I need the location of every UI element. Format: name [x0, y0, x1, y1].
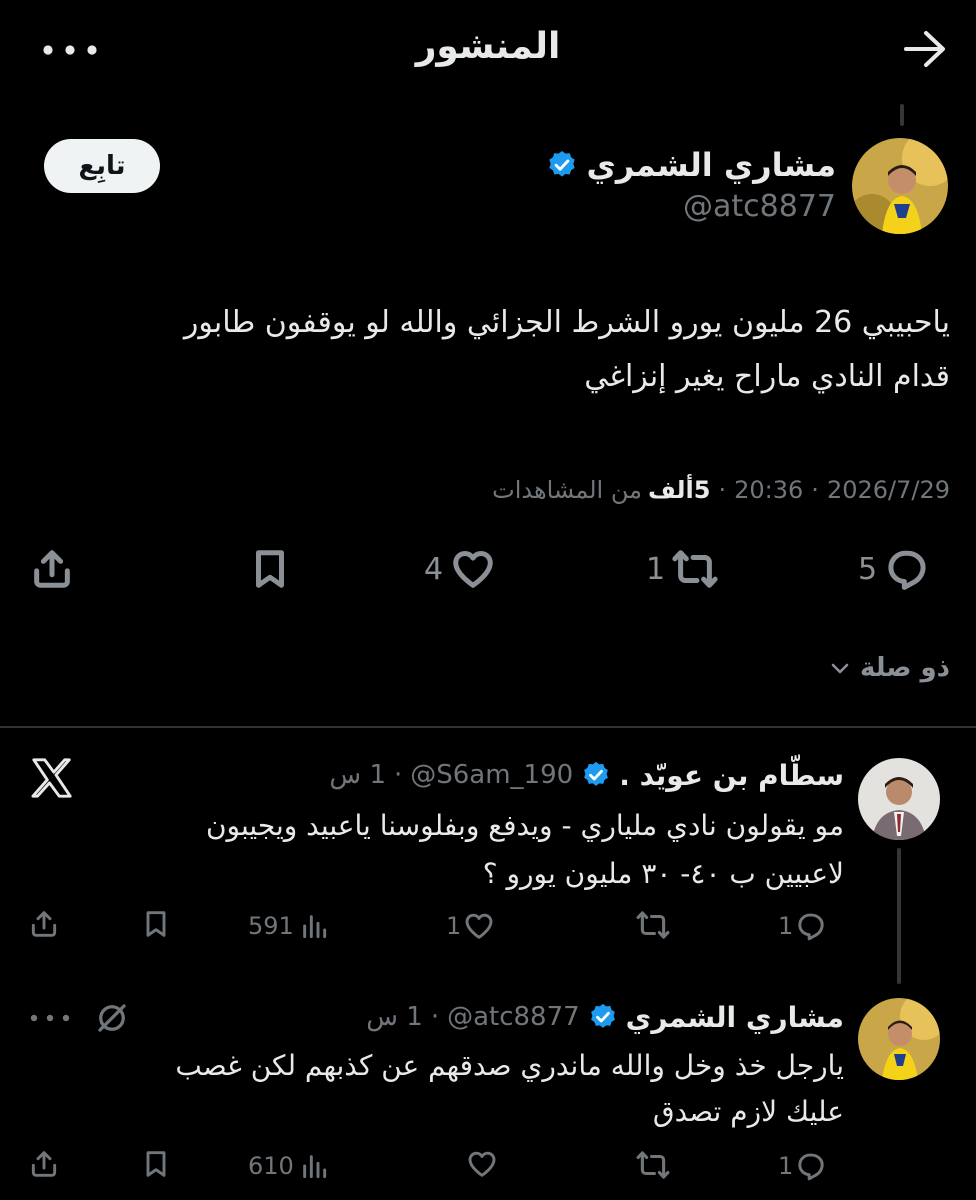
meta-separator: ·: [393, 760, 403, 790]
share-icon: [31, 1151, 57, 1177]
reply-text-line-1: مو يقولون نادي ملياري - ويدفع وبفلوسنا ي…: [205, 809, 844, 842]
meta-separator: ·: [718, 476, 727, 504]
bookmark-icon: [146, 911, 166, 937]
reply-time: 1 س: [329, 760, 386, 790]
views-chart-icon: [303, 915, 326, 939]
reply-author-handle: @atc8877: [447, 1002, 580, 1032]
reply-text-line-1: يارجل خذ وخل والله ماندري صدقهم عن كذبهم…: [175, 1049, 844, 1082]
reply-author-name[interactable]: مشاري الشمري: [626, 1001, 844, 1034]
reply-icon: [798, 1153, 824, 1181]
share-action[interactable]: [28, 1148, 62, 1184]
repost-icon: [636, 911, 670, 939]
heart-icon: [468, 1151, 496, 1177]
bookmark-action[interactable]: [140, 1148, 174, 1184]
bookmark-action[interactable]: [246, 546, 294, 592]
post-date: 2026/7/29: [826, 476, 950, 504]
reply-author-handle: @S6am_190: [410, 760, 574, 790]
like-action[interactable]: 1: [446, 908, 506, 944]
like-action[interactable]: [466, 1148, 506, 1184]
views-label: من المشاهدات: [492, 476, 642, 504]
header-bar: المنشور: [0, 0, 976, 96]
views-count: 5ألف: [647, 476, 711, 504]
reply-text-line-2: لاعبيين ب ٤٠- ٣٠ مليون يورو ؟: [482, 857, 844, 890]
views-count: 610: [248, 1152, 294, 1180]
back-button[interactable]: [902, 28, 948, 70]
meta-separator: ·: [811, 476, 819, 504]
chevron-down-icon: [831, 663, 849, 674]
reply-text-line-2: عليك لازم تصدق: [652, 1095, 844, 1128]
grok-icon[interactable]: [94, 1000, 130, 1036]
avatar-photo-icon: [852, 138, 948, 234]
bookmark-icon: [146, 1151, 166, 1177]
share-action[interactable]: [28, 908, 62, 944]
author-avatar[interactable]: [852, 138, 948, 234]
views-action[interactable]: 591: [248, 908, 338, 944]
meta-separator: ·: [430, 1002, 440, 1032]
reply-more-button[interactable]: [28, 1008, 72, 1028]
post-text-line-1: ياحبيبي 26 مليون يورو الشرط الجزائي والل…: [183, 305, 950, 340]
like-action[interactable]: 4: [424, 546, 524, 592]
reply-count: 5: [858, 551, 878, 587]
reply-action[interactable]: 1: [778, 908, 838, 944]
reply-count: 1: [778, 1152, 794, 1180]
reply-action[interactable]: 1: [778, 1148, 838, 1184]
repost-action[interactable]: [636, 1148, 676, 1184]
verified-badge-icon: [584, 761, 609, 786]
repost-action[interactable]: 1: [646, 546, 746, 592]
reply-count: 1: [778, 912, 794, 940]
more-dots-icon: [30, 1014, 70, 1022]
post-text-line-2: قدام النادي ماراح يغير إنزاغي: [584, 359, 950, 394]
repost-action[interactable]: [636, 908, 676, 944]
repost-icon: [636, 1151, 670, 1179]
views-meta[interactable]: 5ألف من المشاهدات: [492, 476, 710, 504]
repost-icon: [672, 550, 718, 588]
heart-icon: [465, 913, 493, 939]
share-action[interactable]: [26, 546, 78, 592]
more-dots-icon: [43, 45, 97, 55]
heart-icon: [453, 550, 493, 588]
reply-author-name[interactable]: سطّام بن عويّد .: [619, 759, 844, 792]
author-name-row[interactable]: مشاري الشمري: [549, 142, 836, 188]
more-options-button[interactable]: [40, 38, 100, 62]
views-action[interactable]: 610: [248, 1148, 338, 1184]
thread-connector: [897, 848, 901, 984]
share-icon: [31, 911, 57, 937]
divider: [0, 726, 976, 728]
sort-relevance-dropdown[interactable]: ذو صلة: [800, 648, 950, 688]
views-chart-icon: [303, 1155, 326, 1179]
repost-count: 1: [646, 551, 666, 587]
share-icon: [34, 550, 70, 588]
post-time: 20:36: [734, 476, 804, 504]
author-handle: @atc8877: [683, 189, 836, 224]
like-count: 1: [446, 912, 462, 940]
reply-icon: [888, 550, 926, 590]
reply-time: 1 س: [366, 1002, 423, 1032]
reply-header: سطّام بن عويّد . @S6am_190 · 1 س: [290, 754, 844, 796]
arrow-right-icon: [904, 31, 945, 67]
avatar-photo-icon: [858, 758, 940, 840]
follow-button[interactable]: تابِع: [44, 139, 160, 193]
verified-badge-icon: [590, 1003, 615, 1028]
thread-connector: [900, 104, 904, 126]
like-count: 4: [424, 551, 444, 587]
page-title: المنشور: [415, 26, 561, 67]
bookmark-icon: [256, 550, 284, 588]
reply-avatar[interactable]: [858, 998, 940, 1080]
reply-icon: [798, 913, 824, 941]
reply-header: مشاري الشمري @atc8877 · 1 س: [290, 996, 844, 1038]
reply-action[interactable]: 5: [858, 546, 954, 592]
avatar-photo-icon: [858, 998, 940, 1080]
reply-avatar[interactable]: [858, 758, 940, 840]
verified-badge-icon: [546, 149, 578, 181]
bookmark-action[interactable]: [140, 908, 174, 944]
post-meta: 2026/7/29 · 20:36 · 5ألف من المشاهدات: [300, 470, 950, 510]
author-name: مشاري الشمري: [586, 146, 836, 184]
views-count: 591: [248, 912, 294, 940]
x-logo-icon: [30, 758, 74, 798]
sort-label: ذو صلة: [859, 653, 950, 683]
